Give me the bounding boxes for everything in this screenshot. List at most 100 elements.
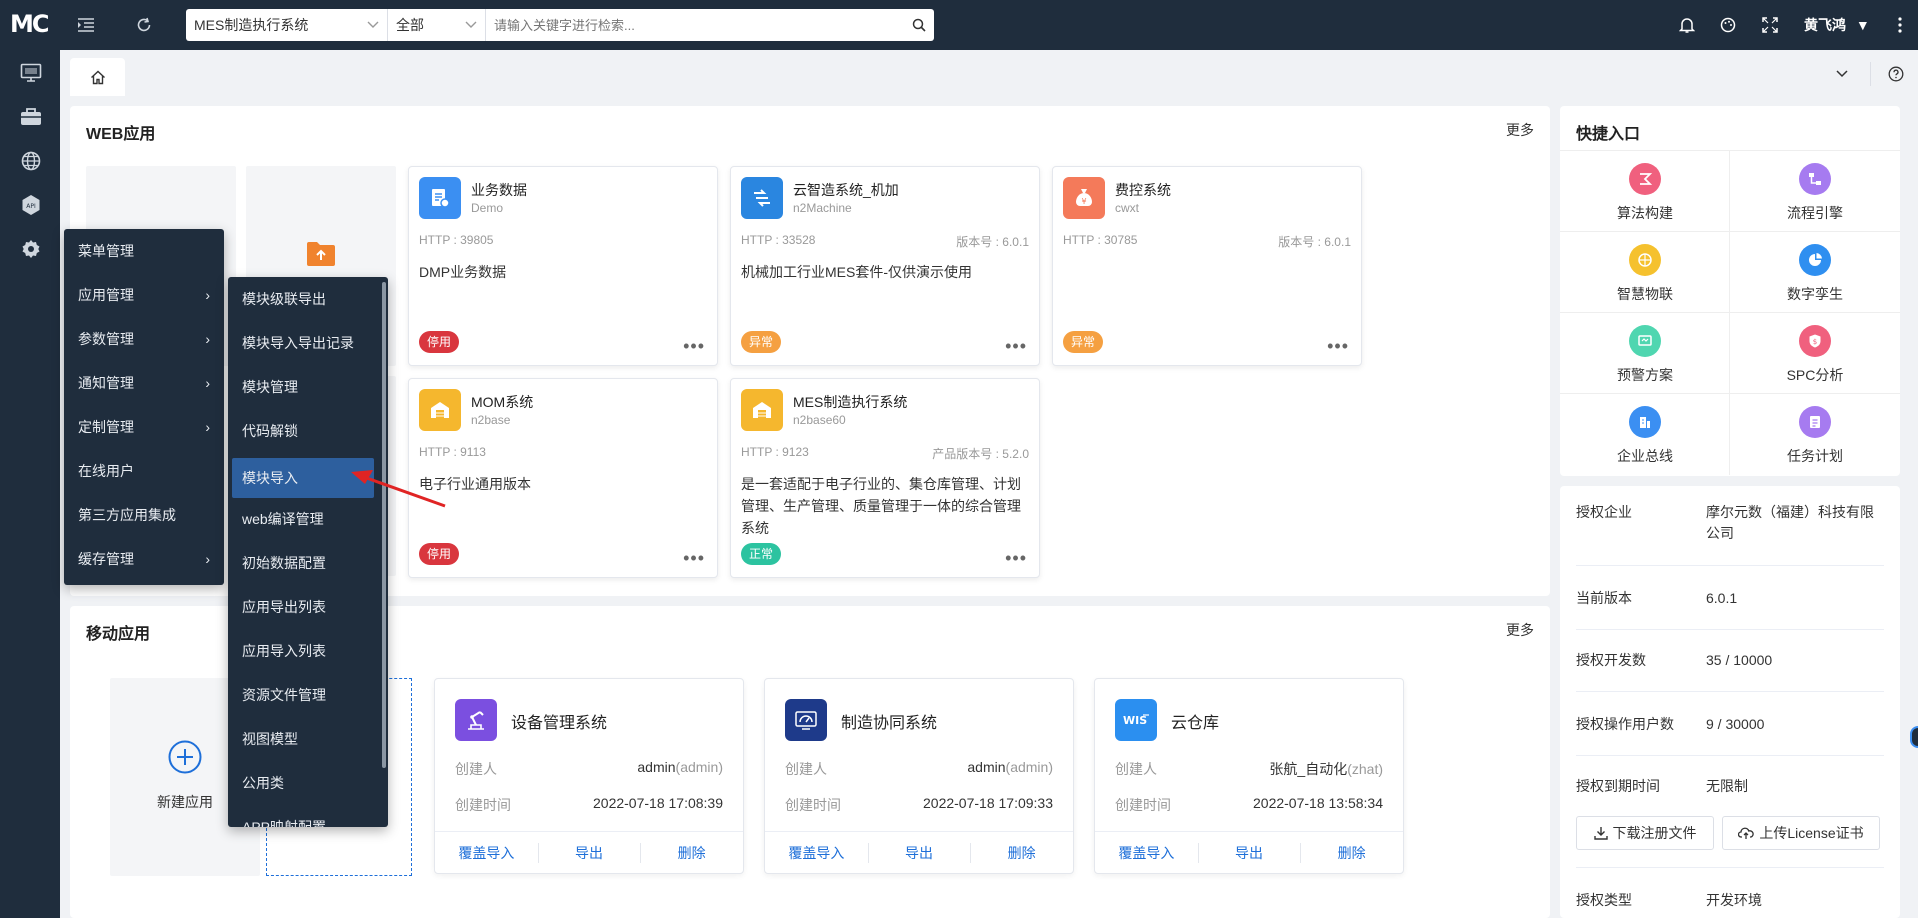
user-menu[interactable]: 黄飞鸿 ▼ — [1804, 15, 1870, 35]
quick-entry-task-plan[interactable]: 任务计划 — [1730, 394, 1900, 475]
side-nav: API — [0, 50, 60, 918]
export-button[interactable]: 导出 — [1197, 832, 1301, 873]
app-logo[interactable]: MC — [10, 10, 50, 40]
menu-item-third-party[interactable]: 第三方应用集成 — [64, 493, 224, 537]
building-icon — [1629, 406, 1661, 438]
app-card[interactable]: ¥ 费控系统 cwxt HTTP : 30785 版本号 : 6.0.1 异常 … — [1052, 166, 1362, 366]
quick-entry-iot[interactable]: 智慧物联 — [1560, 232, 1730, 313]
briefcase-icon[interactable] — [20, 106, 42, 128]
app-card[interactable]: 云智造系统_机加 n2Machine HTTP : 33528 版本号 : 6.… — [730, 166, 1040, 366]
more-actions-icon[interactable]: ••• — [1327, 337, 1349, 355]
menu-item-param-management[interactable]: 参数管理 › — [64, 317, 224, 361]
scope-select[interactable]: 全部 — [388, 9, 486, 41]
search-icon[interactable] — [904, 10, 934, 40]
machine-icon — [741, 177, 783, 219]
submenu-item[interactable]: 模块导入导出记录 — [228, 321, 378, 365]
monitor-icon[interactable] — [20, 62, 42, 84]
quick-entry-alert-plan[interactable]: 预警方案 — [1560, 313, 1730, 394]
divider — [1870, 62, 1871, 86]
app-port: HTTP : 9113 — [419, 445, 486, 459]
more-vertical-icon[interactable] — [1888, 13, 1912, 37]
menu-item-notify-management[interactable]: 通知管理 › — [64, 361, 224, 405]
more-actions-icon[interactable]: ••• — [1005, 337, 1027, 355]
submenu-item[interactable]: 代码解锁 — [228, 409, 378, 453]
chevron-down-icon[interactable] — [1832, 64, 1852, 84]
download-icon — [1593, 827, 1608, 840]
app-description: DMP业务数据 — [419, 264, 507, 280]
api-icon[interactable]: API — [20, 194, 42, 216]
more-actions-icon[interactable]: ••• — [683, 337, 705, 355]
delete-button[interactable]: 删除 — [640, 832, 743, 873]
svg-text:WIS: WIS — [1123, 714, 1147, 727]
tab-home[interactable] — [70, 58, 125, 96]
submenu-item[interactable]: 视图模型 — [228, 717, 378, 761]
menu-item-menu-management[interactable]: 菜单管理 — [64, 229, 224, 273]
overwrite-import-button[interactable]: 覆盖导入 — [435, 832, 538, 873]
chevron-right-icon: › — [205, 287, 210, 303]
app-version: 版本号 : 6.0.1 — [956, 235, 1029, 249]
app-card[interactable]: 业务数据 Demo HTTP : 39805 DMP业务数据 停用 ••• — [408, 166, 718, 366]
mobile-app-card[interactable]: 设备管理系统 创建人 admin(admin) 创建时间 2022-07-18 … — [434, 678, 744, 874]
chevron-right-icon: › — [205, 551, 210, 567]
globe-icon[interactable] — [20, 150, 42, 172]
submenu-item[interactable]: 模块级联导出 — [228, 277, 378, 321]
export-button[interactable]: 导出 — [537, 832, 641, 873]
palette-icon[interactable] — [1716, 13, 1740, 37]
quick-entry-workflow[interactable]: 流程引擎 — [1730, 151, 1900, 232]
status-badge: 停用 — [419, 331, 460, 353]
app-card[interactable]: MES制造执行系统 n2base60 HTTP : 9123 产品版本号 : 5… — [730, 378, 1040, 578]
export-button[interactable]: 导出 — [867, 832, 971, 873]
top-bar: MC MES制造执行系统 全部 黄飞鸿 ▼ — [0, 0, 1918, 50]
mobile-app-card[interactable]: WIS 云仓库 创建人 张航_自动化(zhat) 创建时间 2022-07-18… — [1094, 678, 1404, 874]
submenu-item[interactable]: 模块管理 — [228, 365, 378, 409]
refresh-icon[interactable] — [132, 13, 156, 37]
panel-title: 快捷入口 — [1576, 126, 1641, 143]
app-name: 费控系统 — [1115, 182, 1171, 198]
card-actions: 覆盖导入 导出 删除 — [765, 831, 1073, 873]
submenu-item[interactable]: 应用导入列表 — [228, 629, 378, 673]
warehouse-icon — [419, 389, 461, 431]
submenu-item[interactable]: APP映射配置 — [228, 805, 378, 827]
app-port: HTTP : 9123 — [741, 445, 809, 459]
status-badge: 停用 — [419, 543, 460, 565]
quick-entry-algorithm[interactable]: 算法构建 — [1560, 151, 1730, 232]
more-actions-icon[interactable]: ••• — [1005, 549, 1027, 567]
license-row-dev-count: 授权开发数 35 / 10000 — [1576, 650, 1884, 692]
more-link[interactable]: 更多 — [1506, 620, 1534, 640]
submenu-item[interactable]: 资源文件管理 — [228, 673, 378, 717]
fullscreen-icon[interactable] — [1758, 13, 1782, 37]
more-actions-icon[interactable]: ••• — [683, 549, 705, 567]
help-icon[interactable] — [1886, 64, 1906, 84]
algorithm-icon — [1629, 163, 1661, 195]
menu-item-custom-management[interactable]: 定制管理 › — [64, 405, 224, 449]
menu-item-app-management[interactable]: 应用管理 › — [64, 273, 224, 317]
quick-entry-enterprise-bus[interactable]: 企业总线 — [1560, 394, 1730, 475]
system-select[interactable]: MES制造执行系统 — [186, 9, 388, 41]
submenu-scrollbar[interactable] — [382, 282, 386, 768]
mobile-app-card[interactable]: 制造协同系统 创建人 admin(admin) 创建时间 2022-07-18 … — [764, 678, 1074, 874]
document-icon — [419, 177, 461, 219]
submenu-item[interactable]: 应用导出列表 — [228, 585, 378, 629]
menu-item-cache-management[interactable]: 缓存管理 › — [64, 537, 224, 581]
overwrite-import-button[interactable]: 覆盖导入 — [765, 832, 868, 873]
upload-license-button[interactable]: 上传License证书 — [1722, 816, 1880, 850]
search-input[interactable] — [486, 10, 904, 40]
download-registration-button[interactable]: 下载注册文件 — [1576, 816, 1714, 850]
delete-button[interactable]: 删除 — [970, 832, 1073, 873]
overwrite-import-button[interactable]: 覆盖导入 — [1095, 832, 1198, 873]
app-version: 产品版本号 : 5.2.0 — [932, 447, 1029, 461]
mobile-app-name: 制造协同系统 — [841, 715, 938, 732]
quick-entry-digital-twin[interactable]: 数字孪生 — [1730, 232, 1900, 313]
quick-entry-spc[interactable]: $ SPC分析 — [1730, 313, 1900, 394]
menu-item-online-users[interactable]: 在线用户 — [64, 449, 224, 493]
submenu-item[interactable]: 初始数据配置 — [228, 541, 378, 585]
floating-assistant-handle[interactable] — [1910, 726, 1918, 748]
menu-fold-icon[interactable] — [74, 13, 98, 37]
bell-icon[interactable] — [1675, 13, 1699, 37]
settings-gear-icon[interactable] — [20, 238, 42, 260]
delete-button[interactable]: 删除 — [1300, 832, 1403, 873]
robot-arm-icon — [455, 699, 497, 741]
more-link[interactable]: 更多 — [1506, 120, 1534, 140]
submenu-item[interactable]: 公用类 — [228, 761, 378, 805]
cloud-upload-icon — [1738, 827, 1755, 839]
